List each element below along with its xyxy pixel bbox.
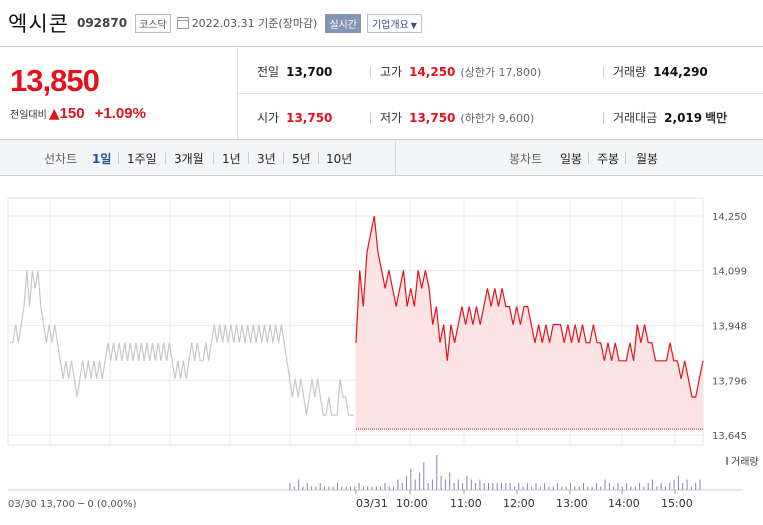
low-value: 13,750 [409, 110, 456, 125]
chevron-down-icon: ▼ [410, 20, 417, 30]
low-label: 저가 [380, 111, 403, 125]
prev-day-label: 03/30 13,700 ─ 0 (0.00%) [8, 499, 137, 510]
high-value: 14,250 [409, 64, 456, 79]
candle-option-daily[interactable]: 일봉 [560, 150, 582, 167]
y-tick-label: 14,099 [712, 267, 747, 278]
change-label: 전일대비 [10, 110, 47, 121]
divider [603, 66, 604, 78]
high-cell: 고가 14,250 (상한가 17,800) [380, 63, 541, 80]
divider [318, 152, 319, 164]
period-selector-bar: 선차트 1일 1주일 3개월 1년 3년 5년 10년 봉차트 일봉 주봉 월봉 [0, 140, 763, 176]
x-tick-label: 03/31 [356, 497, 388, 510]
divider [588, 152, 589, 164]
amount-value: 2,019 [664, 110, 703, 125]
up-triangle-icon: ▲ [48, 105, 60, 122]
open-value: 13,750 [286, 110, 333, 125]
x-tick-label: 13:00 [556, 497, 588, 510]
volume-legend-swatch [726, 457, 728, 465]
x-tick-label: 15:00 [661, 497, 693, 510]
divider [248, 152, 249, 164]
change-row: 전일대비 ▲ 150 +1.09% [10, 105, 146, 122]
company-overview-button[interactable]: 기업개요 ▼ [366, 13, 422, 33]
period-option-1d[interactable]: 1일 [92, 150, 111, 167]
x-tick-label: 12:00 [503, 497, 535, 510]
amount-label: 거래대금 [613, 111, 658, 125]
candle-option-monthly[interactable]: 월봉 [636, 150, 658, 167]
period-option-5y[interactable]: 5년 [292, 150, 311, 167]
divider [395, 140, 396, 176]
amount-cell: 거래대금 2,019 백만 [613, 109, 727, 126]
candle-chart-label: 봉차트 [509, 152, 543, 166]
period-option-1y[interactable]: 1년 [222, 150, 241, 167]
volume-label: 거래량 [613, 65, 647, 79]
change-value: 150 [59, 105, 85, 122]
divider [118, 152, 119, 164]
prev-close-value: 13,700 [286, 64, 333, 79]
y-tick-label: 13,948 [712, 321, 747, 332]
divider [283, 152, 284, 164]
volume-legend-label: 거래량 [731, 456, 759, 468]
line-chart-label: 선차트 [44, 152, 78, 166]
divider [625, 152, 626, 164]
low-cell: 저가 13,750 (하한가 9,600) [380, 109, 534, 126]
amount-unit: 백만 [705, 111, 728, 125]
current-price: 13,850 [10, 63, 100, 98]
high-label: 고가 [380, 65, 403, 79]
period-option-3m[interactable]: 3개월 [174, 150, 204, 167]
change-rate: +1.09% [94, 105, 146, 122]
y-tick-label: 13,796 [712, 376, 747, 387]
date-text: 2022.03.31 기준(장마감) [191, 17, 318, 30]
divider [165, 152, 166, 164]
upper-limit: (상한가 17,800) [460, 65, 542, 79]
price-info-box: 13,850 전일대비 ▲ 150 +1.09% 전일 13,700 고가 14… [0, 46, 763, 140]
volume-value: 144,290 [653, 64, 708, 79]
open-cell: 시가 13,750 [257, 109, 332, 126]
calendar-icon [176, 17, 189, 29]
lower-limit: (하한가 9,600) [460, 111, 535, 125]
market-badge: 코스닥 [135, 13, 171, 33]
divider [370, 112, 371, 124]
prev-close-label: 전일 [257, 65, 280, 79]
y-tick-label: 13,645 [712, 431, 747, 442]
period-option-3y[interactable]: 3년 [257, 150, 276, 167]
realtime-button[interactable]: 실시간 [325, 13, 361, 33]
y-tick-label: 14,250 [712, 212, 747, 223]
open-label: 시가 [257, 111, 280, 125]
period-option-1w[interactable]: 1주일 [127, 150, 157, 167]
stock-name: 엑시콘 [8, 12, 69, 36]
divider [603, 112, 604, 124]
x-tick-label: 11:00 [450, 497, 482, 510]
candle-option-weekly[interactable]: 주봉 [597, 150, 619, 167]
current-price-block: 13,850 전일대비 ▲ 150 +1.09% [0, 47, 238, 139]
price-chart[interactable]: 14,250 14,099 13,948 13,796 13,645 거래량 03/31 10… [0, 190, 763, 525]
period-option-10y[interactable]: 10년 [326, 150, 352, 167]
x-tick-label: 14:00 [608, 497, 640, 510]
volume-cell: 거래량 144,290 [613, 63, 708, 80]
x-tick-label: 10:00 [396, 497, 428, 510]
divider [213, 152, 214, 164]
stock-header: 엑시콘 092870 코스닥 2022.03.31 기준(장마감) 실시간 기업… [8, 8, 422, 38]
stock-code: 092870 [76, 16, 128, 30]
divider [370, 66, 371, 78]
prev-close-cell: 전일 13,700 [257, 63, 332, 80]
company-overview-label: 기업개요 [371, 19, 409, 31]
divider [238, 93, 763, 94]
